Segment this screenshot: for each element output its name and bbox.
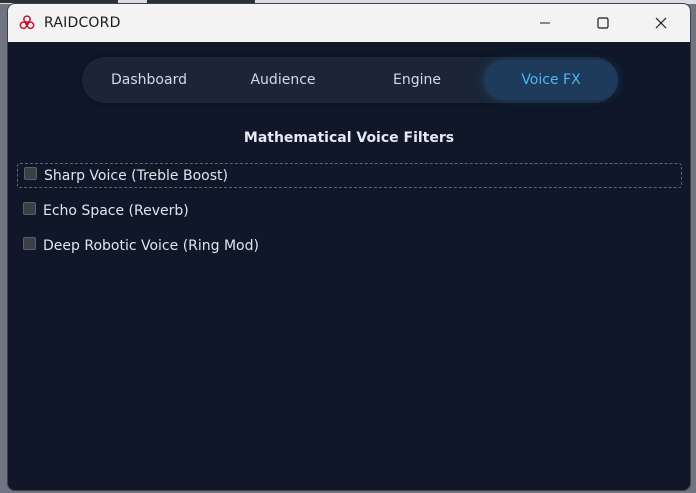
tab-voice-fx[interactable]: Voice FX	[484, 60, 618, 100]
option-echo-space[interactable]: Echo Space (Reverb)	[17, 198, 682, 223]
option-deep-robotic-voice[interactable]: Deep Robotic Voice (Ring Mod)	[17, 233, 682, 258]
close-button[interactable]	[632, 4, 690, 42]
deep-robotic-voice-checkbox[interactable]	[23, 237, 36, 250]
window-title: RAIDCORD	[44, 15, 121, 31]
close-icon	[655, 14, 667, 33]
tab-audience[interactable]: Audience	[216, 60, 350, 100]
app-window: RAIDCORD Dashboard Audience Engine Voice…	[7, 3, 691, 491]
echo-space-checkbox[interactable]	[23, 202, 36, 215]
section-title: Mathematical Voice Filters	[243, 130, 455, 146]
minimize-button[interactable]	[516, 4, 574, 42]
main-content: Dashboard Audience Engine Voice FX Mathe…	[8, 42, 690, 490]
tab-engine[interactable]: Engine	[350, 60, 484, 100]
maximize-button[interactable]	[574, 4, 632, 42]
option-label[interactable]: Deep Robotic Voice (Ring Mod)	[43, 238, 259, 254]
option-label[interactable]: Echo Space (Reverb)	[43, 203, 189, 219]
maximize-icon	[597, 14, 609, 33]
option-label[interactable]: Sharp Voice (Treble Boost)	[44, 168, 228, 184]
window-controls	[516, 4, 690, 42]
sharp-voice-checkbox[interactable]	[24, 167, 37, 180]
option-sharp-voice[interactable]: Sharp Voice (Treble Boost)	[17, 163, 682, 188]
minimize-icon	[539, 14, 551, 33]
biohazard-icon	[18, 14, 36, 32]
tab-dashboard[interactable]: Dashboard	[82, 60, 216, 100]
tab-bar: Dashboard Audience Engine Voice FX	[82, 57, 618, 103]
title-bar[interactable]: RAIDCORD	[8, 4, 690, 42]
